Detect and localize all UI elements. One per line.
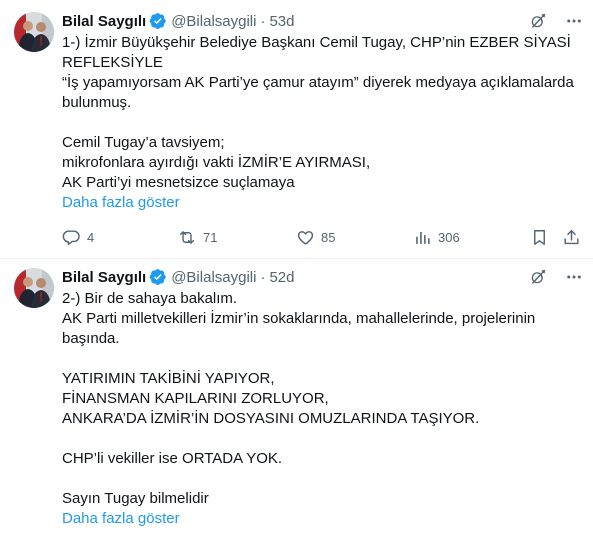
share-button[interactable] [562, 226, 581, 248]
more-dots-icon[interactable] [565, 268, 583, 286]
grok-icon[interactable] [529, 12, 547, 30]
tweet-line: başında. [62, 330, 120, 347]
tweet-line: ANKARA’DA İZMİR’İN DOSYASINI OMUZLARINDA… [62, 410, 480, 427]
tweet-line [62, 113, 581, 133]
tweet-line: YATIRIMIN TAKİBİNİ YAPIYOR, [62, 370, 275, 387]
tweet-line [62, 349, 581, 369]
tweet-line: 2-) Bir de sahaya bakalım. [62, 290, 238, 307]
tweet-line: Sayın Tugay bilmelidir [62, 490, 209, 507]
tweet-line: AK Parti’yi mesnetsizce suçlamaya [62, 174, 295, 191]
timestamp[interactable]: 52d [269, 269, 294, 286]
verified-badge-icon [149, 268, 167, 286]
tweet-line: “İş yapamıyorsam AK Parti’ye çamur atayı… [62, 74, 574, 91]
repost-icon [177, 228, 197, 247]
tweet-line: FİNANSMAN KAPILARINI ZORLUYOR, [62, 390, 329, 407]
repost-button[interactable]: 71 [177, 226, 217, 248]
tweet-line: Cemil Tugay’a tavsiyem; [62, 134, 225, 151]
author-name[interactable]: Bilal Saygılı [62, 13, 146, 30]
bookmark-button[interactable] [530, 226, 549, 248]
author-handle[interactable]: @Bilalsaygili [171, 269, 256, 286]
tweet-line [62, 469, 581, 489]
tweet-text: 1-) İzmir Büyükşehir Belediye Başkanı Ce… [62, 33, 581, 213]
tweet-line [62, 429, 581, 449]
reply-button[interactable]: 4 [62, 226, 94, 248]
tweet-line: 1-) İzmir Büyükşehir Belediye Başkanı Ce… [62, 34, 571, 51]
tweet[interactable]: Bilal Saygılı @Bilalsaygili · 53d 1-) İz… [0, 0, 593, 258]
tweet-header: Bilal Saygılı @Bilalsaygili · 52d [62, 267, 583, 287]
author-name[interactable]: Bilal Saygılı [62, 269, 146, 286]
repost-count: 71 [203, 229, 218, 245]
tweet-line: mikrofonlara ayırdığı vakti İZMİR’E AYIR… [62, 154, 371, 171]
show-more-link[interactable]: Daha fazla göster [62, 193, 581, 213]
more-dots-icon[interactable] [565, 12, 583, 30]
tweet-text: 2-) Bir de sahaya bakalım. AK Parti mill… [62, 289, 581, 529]
tweet-line: REFLEKSİYLE [62, 54, 163, 71]
tweet-line: AK Parti milletvekilleri İzmir’in sokakl… [62, 310, 536, 327]
tweet[interactable]: Bilal Saygılı @Bilalsaygili · 52d 2-) Bi… [0, 258, 593, 534]
views-count: 306 [438, 229, 460, 245]
share-icon [562, 228, 581, 247]
avatar[interactable] [14, 268, 54, 308]
bookmark-icon [530, 228, 549, 247]
tweet-line: CHP’li vekiller ise ORTADA YOK. [62, 450, 283, 467]
tweet-header: Bilal Saygılı @Bilalsaygili · 53d [62, 11, 583, 31]
avatar[interactable] [14, 12, 54, 52]
separator-dot: · [260, 12, 266, 30]
grok-icon[interactable] [529, 268, 547, 286]
show-more-link[interactable]: Daha fazla göster [62, 509, 581, 529]
author-handle[interactable]: @Bilalsaygili [171, 13, 256, 30]
tweet-line: bulunmuş. [62, 94, 132, 111]
views-icon [413, 228, 432, 247]
verified-badge-icon [149, 12, 167, 30]
timestamp[interactable]: 53d [269, 13, 294, 30]
reply-count: 4 [87, 229, 95, 245]
separator-dot: · [260, 268, 266, 286]
reply-icon [62, 228, 81, 247]
like-button[interactable]: 85 [296, 226, 335, 248]
views-button[interactable]: 306 [413, 226, 460, 248]
tweet-actions: 4 71 85 306 [62, 226, 581, 248]
like-icon [296, 228, 315, 247]
like-count: 85 [321, 229, 336, 245]
